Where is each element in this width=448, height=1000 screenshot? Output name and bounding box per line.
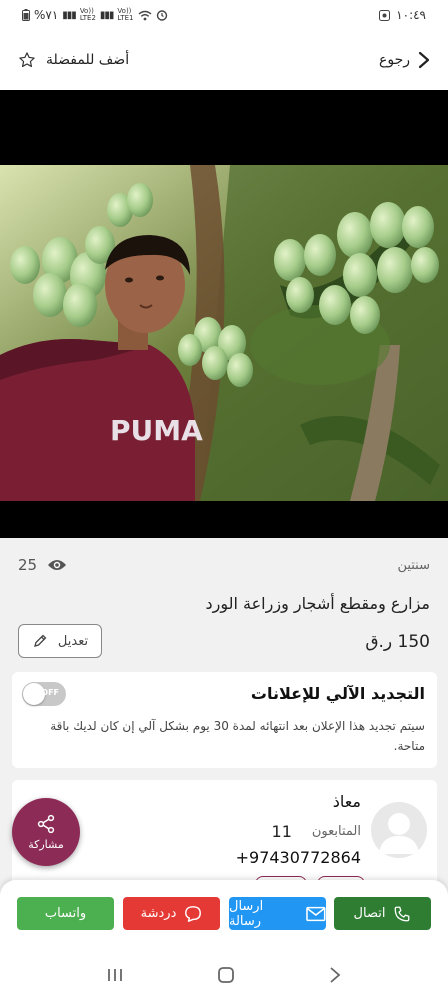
status-right: ١٠:٤٩ (379, 8, 426, 22)
listing-title: مزارع ومقطع أشجار وزراعة الورد (205, 594, 430, 613)
battery-percent: %٧١ (34, 8, 59, 22)
shirt-logo-text: PUMA (110, 414, 203, 447)
auto-renew-toggle[interactable]: OFF (22, 682, 66, 706)
contact-action-bar: اتصال ارسال رسالة دردشة واتساب (0, 880, 448, 950)
back-label: رجوع (378, 52, 410, 68)
pencil-icon (33, 634, 47, 647)
edit-button[interactable]: تعديل (18, 624, 102, 658)
signal-icon-2: ▮▮▮ (99, 9, 114, 21)
battery-icon (22, 9, 30, 21)
star-icon (19, 52, 35, 68)
auto-renew-title: التجديد الآلي للإعلانات (250, 684, 425, 703)
status-bar: %٧١ ▮▮▮ Vo)) LTE2 ▮▮▮ Vo)) LTE1 ١٠:٤٩ (0, 0, 448, 30)
recent-apps-icon[interactable] (106, 967, 124, 983)
send-message-label: ارسال رسالة (229, 898, 264, 929)
favorite-label: أضف للمفضلة (46, 52, 130, 68)
seller-phone[interactable]: +97430772864 (236, 848, 361, 867)
signal-icon: ▮▮▮ (62, 9, 76, 21)
toggle-state: OFF (41, 688, 59, 697)
listing-age: سنتين (397, 558, 430, 573)
share-button[interactable]: مشاركة (12, 798, 80, 866)
views-counter: 25 (18, 556, 67, 574)
top-bar: أضف للمفضلة رجوع (0, 30, 448, 90)
whatsapp-label: واتساب (44, 906, 87, 921)
views-count: 25 (18, 556, 38, 574)
followers-count: 11 (271, 822, 292, 841)
notification-icon (379, 9, 391, 21)
user-icon (379, 813, 419, 854)
lte1-label: Vo)) LTE1 (117, 7, 134, 22)
clock: ١٠:٤٩ (396, 8, 426, 22)
system-nav-bar (0, 950, 448, 1000)
chevron-right-icon (418, 51, 430, 69)
listing-media[interactable]: PUMA (0, 90, 448, 538)
envelope-icon (306, 906, 326, 921)
alarm-icon (156, 10, 167, 21)
home-icon[interactable] (217, 966, 235, 984)
chat-label: دردشة (140, 906, 177, 921)
status-left: %٧١ ▮▮▮ Vo)) LTE2 ▮▮▮ Vo)) LTE1 (22, 8, 168, 22)
seller-name: معاذ (332, 792, 361, 811)
followers-label: المتابعون (311, 824, 361, 839)
phone-icon (395, 906, 410, 921)
seller-avatar[interactable] (371, 802, 427, 858)
share-label: مشاركة (28, 837, 64, 851)
nav-back-icon[interactable] (328, 966, 342, 984)
send-message-button[interactable]: ارسال رسالة (229, 897, 326, 930)
listing-photo[interactable]: PUMA (0, 165, 448, 501)
listing-price: 150 ر.ق (365, 632, 430, 652)
wifi-icon (138, 10, 151, 20)
chat-bubble-icon (185, 905, 202, 922)
auto-renew-description: سيتم تجديد هذا الإعلان بعد انتهائه لمدة … (50, 719, 425, 753)
chat-button[interactable]: دردشة (123, 897, 220, 930)
lte2-label: Vo)) LTE2 (79, 7, 96, 22)
eye-icon (48, 560, 67, 570)
edit-label: تعديل (57, 633, 89, 649)
call-button[interactable]: اتصال (334, 897, 431, 930)
seller-followers: المتابعون 11 (272, 822, 361, 841)
whatsapp-button[interactable]: واتساب (17, 897, 114, 930)
listing-info: سنتين 25 مزارع ومقطع أشجار وزراعة الورد … (0, 538, 448, 670)
add-favorite-button[interactable]: أضف للمفضلة (18, 51, 129, 69)
auto-renew-card: التجديد الآلي للإعلانات سيتم تجديد هذا ا… (12, 672, 437, 768)
share-icon (37, 814, 55, 833)
call-label: اتصال (353, 906, 386, 921)
back-button[interactable]: رجوع (379, 51, 430, 69)
